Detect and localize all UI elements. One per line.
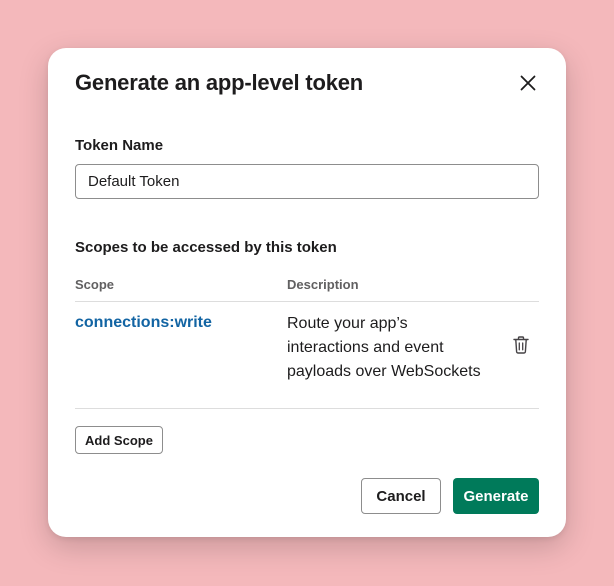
scopes-section-label: Scopes to be accessed by this token (75, 239, 337, 256)
token-name-input[interactable] (75, 164, 539, 199)
generate-token-modal: Generate an app-level token Token Name S… (48, 48, 566, 537)
cancel-button[interactable]: Cancel (361, 478, 441, 514)
close-button[interactable] (516, 73, 540, 97)
table-divider (75, 408, 539, 409)
scope-link[interactable]: connections:write (75, 314, 212, 332)
scope-description: Route your app’s interactions and event … (287, 315, 481, 380)
remove-scope-button[interactable] (511, 335, 531, 359)
add-scope-button[interactable]: Add Scope (75, 426, 163, 454)
modal-title: Generate an app-level token (75, 70, 364, 95)
close-icon (520, 75, 536, 96)
trash-icon (513, 335, 529, 359)
generate-button[interactable]: Generate (453, 478, 539, 514)
token-name-label: Token Name (75, 137, 164, 154)
description-column-header: Description (287, 277, 359, 292)
table-divider (75, 301, 539, 302)
scope-column-header: Scope (75, 277, 115, 292)
